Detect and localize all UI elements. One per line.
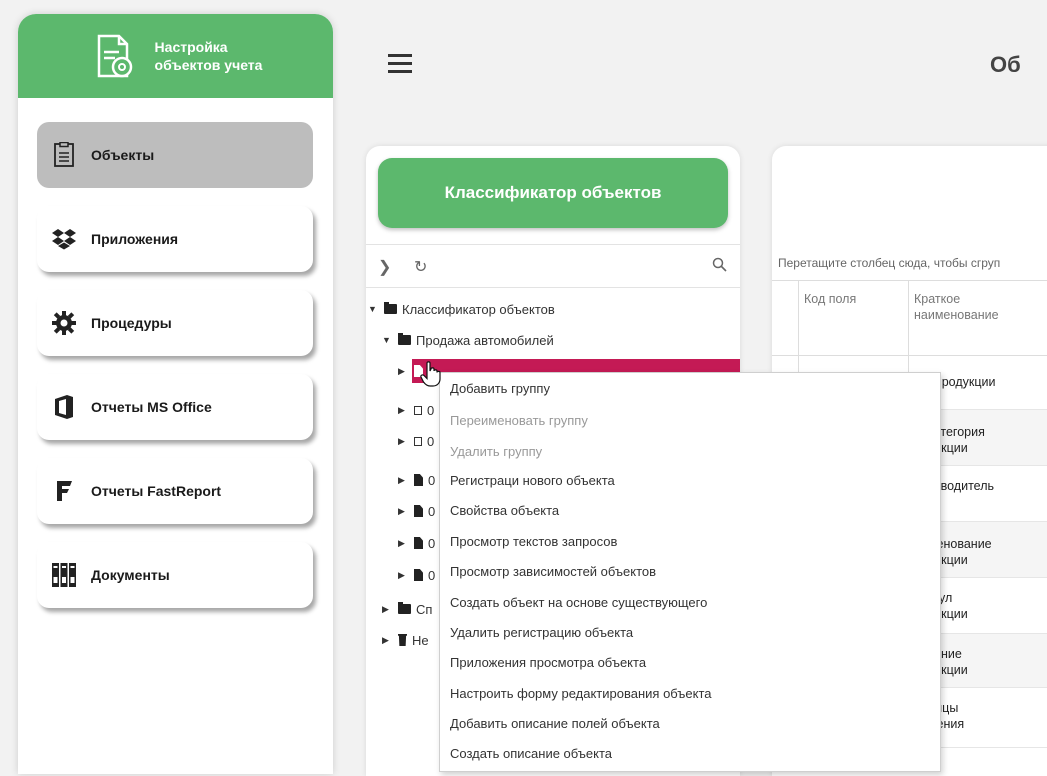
file-icon [414,569,423,581]
nav-label: Процедуры [91,315,172,331]
nav-item-fastreport-reports[interactable]: Отчеты FastReport [37,458,313,524]
caret-right-icon[interactable]: ▶ [382,604,392,615]
document-list-icon [51,142,77,168]
nav-label: Отчеты FastReport [91,483,222,499]
file-icon [414,505,423,517]
caret-down-icon[interactable]: ▼ [368,304,378,314]
tree-toolbar: ❯ ↻ [366,244,740,288]
settings-document-icon [97,34,132,78]
tree-node-classifier[interactable]: ▼ Классификатор объектов [368,296,555,322]
search-icon[interactable] [712,257,727,277]
tree-node[interactable]: ▶ 0 [398,397,434,423]
tree-node-label: 0 [427,402,435,418]
binders-icon [51,562,77,588]
file-icon [414,474,423,486]
app-title: Настройка объектов учета [154,39,263,73]
tree-node-label: 0 [428,503,436,519]
menu-item-unregister-object[interactable]: Удалить регистрацию объекта [450,625,633,640]
tree-node[interactable]: ▶ Сп [382,596,432,622]
tree-node-label: Продажа автомобилей [416,332,554,348]
fastreport-icon [51,478,77,504]
refresh-icon[interactable]: ↻ [414,257,427,277]
tree-node[interactable]: ▶ 0 [398,530,435,556]
caret-right-icon[interactable]: ▶ [382,635,392,646]
tree-node-car-sales[interactable]: ▼ Продажа автомобилей [382,327,554,353]
caret-right-icon[interactable]: ▶ [398,538,408,549]
menu-item-create-from-existing[interactable]: Создать объект на основе существующего [450,595,707,610]
menu-item-object-properties[interactable]: Свойства объекта [450,503,559,518]
nav-item-applications[interactable]: Приложения [37,206,313,272]
nav-item-procedures[interactable]: Процедуры [37,290,313,356]
menu-item-add-field-descriptions[interactable]: Добавить описание полей объекта [450,716,660,731]
tree-node[interactable]: ▶ 0 [398,467,435,493]
grid-header: Код поля Краткое наименование [772,280,1047,356]
caret-right-icon[interactable]: ▶ [398,475,408,486]
office-icon [51,394,77,420]
gear-icon [51,310,77,336]
tree-node[interactable]: ▶ Не [382,627,429,653]
menu-item-configure-edit-form[interactable]: Настроить форму редактирования объекта [450,686,712,701]
column-header-field-code[interactable]: Код поля [804,291,856,307]
nav-label: Отчеты MS Office [91,399,212,415]
tree-node-label: Классификатор объектов [402,301,555,317]
tree-node-label: Не [412,632,429,648]
dropbox-icon [51,226,77,252]
nav-item-objects[interactable]: Объекты [37,122,313,188]
tree-node[interactable]: ▶ 0 [398,562,435,588]
menu-item-rename-group[interactable]: Переименовать группу [450,413,588,428]
folder-icon [384,302,397,314]
tree-node-label: 0 [427,433,435,449]
caret-right-icon[interactable]: ▶ [398,506,408,517]
caret-right-icon[interactable]: ▶ [398,436,408,447]
file-icon [414,537,423,549]
box-icon [414,436,422,446]
nav-label: Приложения [91,231,179,247]
caret-right-icon[interactable]: ▶ [398,570,408,581]
tree-node-label: 0 [428,472,436,488]
nav-label: Объекты [91,147,155,163]
menu-item-register-object[interactable]: Регистраци нового объекта [450,473,615,488]
tree-node[interactable]: ▶ 0 [398,428,434,454]
nav-label: Документы [91,567,170,583]
menu-item-delete-group[interactable]: Удалить группу [450,444,542,459]
caret-right-icon[interactable]: ▶ [398,366,408,377]
page-title: Об [990,52,1021,77]
chevron-right-icon[interactable]: ❯ [378,257,391,277]
classifier-button[interactable]: Классификатор объектов [378,158,728,228]
folder-icon [398,333,411,345]
menu-item-view-dependencies[interactable]: Просмотр зависимостей объектов [450,564,656,579]
caret-down-icon[interactable]: ▼ [382,335,392,345]
menu-item-view-applications[interactable]: Приложения просмотра объекта [450,655,646,670]
hand-cursor-icon [420,361,441,387]
folder-icon [398,602,411,614]
tree-node-label: 0 [428,567,436,583]
trash-icon [398,634,407,646]
hamburger-menu-icon[interactable] [388,54,412,74]
tree-node-label: Сп [416,601,433,617]
box-icon [414,405,422,415]
group-by-hint: Перетащите столбец сюда, чтобы сгруп [778,256,1001,270]
menu-item-create-description[interactable]: Создать описание объекта [450,746,612,761]
context-menu: Добавить группу Переименовать группу Уда… [439,372,941,772]
menu-item-add-group[interactable]: Добавить группу [450,381,550,396]
tree-node-label: 0 [428,535,436,551]
nav-item-ms-office-reports[interactable]: Отчеты MS Office [37,374,313,440]
app-header: Настройка объектов учета [18,14,333,98]
caret-right-icon[interactable]: ▶ [398,405,408,416]
column-header-short-name[interactable]: Краткое наименование [914,291,999,323]
menu-item-view-query-texts[interactable]: Просмотр текстов запросов [450,534,617,549]
tree-node[interactable]: ▶ 0 [398,498,435,524]
nav-item-documents[interactable]: Документы [37,542,313,608]
